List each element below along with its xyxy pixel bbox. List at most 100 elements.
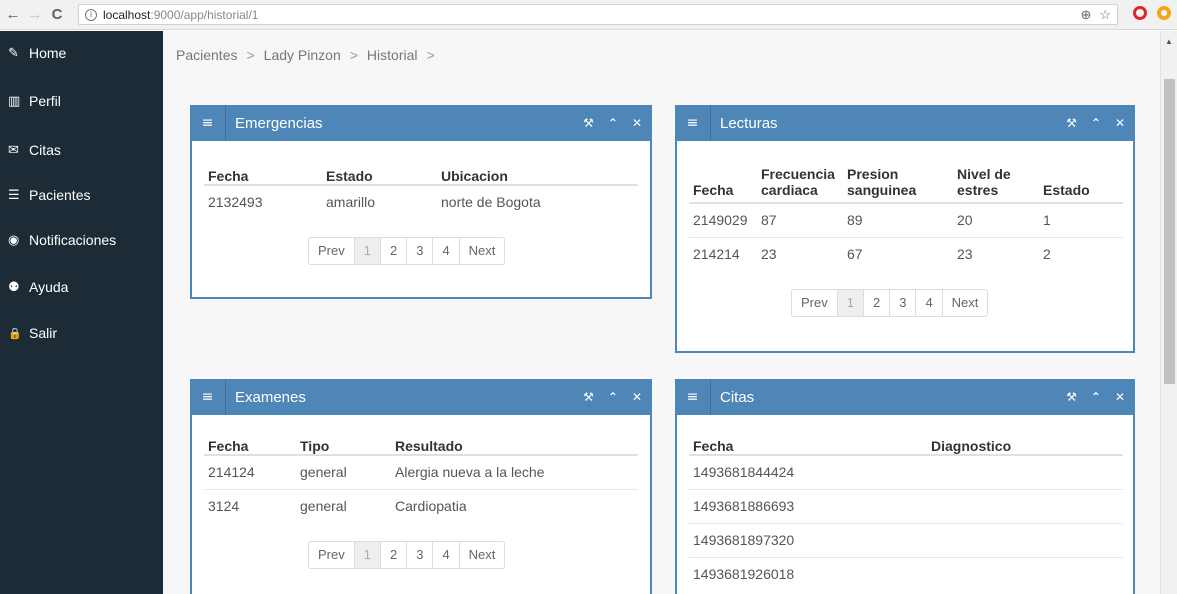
table-row: 3124 general Cardiopatia (204, 488, 638, 523)
sidebar-item-home[interactable]: ✎ Home (8, 45, 66, 61)
sidebar: ✎ Home ▥ Perfil ✉ Citas ☰ Pacientes ◉ No… (0, 31, 163, 594)
close-icon[interactable]: ✕ (1115, 116, 1125, 130)
sidebar-item-citas[interactable]: ✉ Citas (8, 142, 61, 158)
pagination-prev[interactable]: Prev (309, 542, 355, 568)
pagination-page[interactable]: 2 (381, 238, 408, 264)
pagination-page[interactable]: 4 (916, 290, 943, 316)
star-icon[interactable]: ☆ (1099, 7, 1111, 23)
pagination-page[interactable]: 2 (381, 542, 408, 568)
pagination-page[interactable]: 2 (864, 290, 891, 316)
pagination-page[interactable]: 4 (433, 542, 460, 568)
breadcrumb-historial[interactable]: Historial (367, 47, 418, 63)
sidebar-item-label: Pacientes (29, 187, 91, 203)
column-header: Fecha (204, 153, 322, 186)
collapse-icon[interactable]: ⌃ (1091, 390, 1101, 404)
info-icon[interactable]: i (85, 8, 97, 21)
wrench-icon[interactable]: ⚒ (1066, 116, 1077, 130)
panel-header: ≡ Emergencias ⚒ ⌃ ✕ (190, 105, 652, 141)
pagination-page[interactable]: 4 (433, 238, 460, 264)
envelope-icon: ✉ (8, 142, 19, 158)
table-cell: general (296, 454, 391, 489)
table-cell (927, 488, 1123, 523)
forward-icon[interactable]: → (26, 6, 44, 23)
opera-extension-icon[interactable] (1133, 6, 1147, 20)
breadcrumb: Pacientes > Lady Pinzon > Historial > (176, 47, 435, 63)
table-cell: 87 (757, 202, 843, 237)
pagination-prev[interactable]: Prev (792, 290, 838, 316)
panel-title: Examenes (235, 388, 306, 406)
pagination-next[interactable]: Next (460, 238, 505, 264)
column-header: Presion sanguinea (843, 157, 953, 204)
column-header: Estado (1039, 157, 1123, 204)
close-icon[interactable]: ✕ (632, 116, 642, 130)
menu-icon[interactable]: ≡ (675, 379, 711, 415)
panel-title: Emergencias (235, 114, 323, 132)
pagination-page[interactable]: 1 (354, 238, 381, 264)
collapse-icon[interactable]: ⌃ (608, 116, 618, 130)
sidebar-item-perfil[interactable]: ▥ Perfil (8, 93, 61, 109)
pagination: Prev 1 2 3 4 Next (791, 289, 989, 317)
wrench-icon[interactable]: ⚒ (1066, 390, 1077, 404)
citas-table: Fecha Diagnostico 1493681844424 14936818… (689, 423, 1123, 591)
column-header: Fecha (689, 157, 757, 204)
url-host: localhost (103, 7, 151, 22)
pagination-page[interactable]: 3 (407, 238, 434, 264)
table-row: 214214 23 67 23 2 (689, 236, 1123, 271)
table-cell: 2132493 (204, 184, 322, 217)
breadcrumb-pacientes[interactable]: Pacientes (176, 47, 237, 63)
table-cell: 1 (1039, 202, 1123, 237)
sidebar-item-notificaciones[interactable]: ◉ Notificaciones (8, 232, 116, 248)
sidebar-item-ayuda[interactable]: ⚉ Ayuda (8, 279, 68, 295)
table-cell: norte de Bogota (437, 184, 638, 217)
sidebar-item-label: Notificaciones (29, 232, 117, 248)
pagination-page[interactable]: 1 (837, 290, 864, 316)
table-row: 2132493 amarillo norte de Bogota (204, 184, 638, 217)
scroll-up-icon[interactable]: ▲ (1165, 37, 1173, 46)
wrench-icon[interactable]: ⚒ (583, 390, 594, 404)
panel-title: Citas (720, 388, 755, 406)
breadcrumb-patient[interactable]: Lady Pinzon (264, 47, 341, 63)
menu-icon[interactable]: ≡ (190, 379, 226, 415)
pagination-next[interactable]: Next (460, 542, 505, 568)
table-cell: 3124 (204, 488, 296, 523)
reload-icon[interactable]: C (48, 6, 66, 23)
table-cell (927, 556, 1123, 591)
wrench-icon[interactable]: ⚒ (583, 116, 594, 130)
pagination-page[interactable]: 3 (407, 542, 434, 568)
collapse-icon[interactable]: ⌃ (1091, 116, 1101, 130)
menu-icon[interactable]: ≡ (675, 105, 711, 141)
extension-icon[interactable] (1157, 6, 1171, 20)
list-icon: ☰ (8, 187, 20, 203)
sidebar-item-salir[interactable]: 🔒 Salir (8, 325, 57, 341)
address-bar[interactable]: i localhost:9000/app/historial/1 ⊕ ☆ (78, 4, 1118, 25)
page-scrollbar[interactable]: ▲ (1160, 31, 1177, 594)
column-header: Fecha (204, 423, 296, 456)
pagination-next[interactable]: Next (943, 290, 988, 316)
scroll-thumb[interactable] (1164, 79, 1175, 384)
close-icon[interactable]: ✕ (1115, 390, 1125, 404)
table-cell: 1493681886693 (689, 488, 927, 523)
menu-icon[interactable]: ≡ (190, 105, 226, 141)
sidebar-item-pacientes[interactable]: ☰ Pacientes (8, 187, 90, 203)
pagination-page[interactable]: 1 (354, 542, 381, 568)
pagination-prev[interactable]: Prev (309, 238, 355, 264)
sidebar-item-label: Ayuda (29, 279, 69, 295)
column-header: Nivel de estres (953, 157, 1039, 204)
pagination-page[interactable]: 3 (890, 290, 917, 316)
examenes-table: Fecha Tipo Resultado 214124 general Aler… (204, 423, 638, 523)
chart-icon: ▥ (8, 93, 21, 109)
back-icon[interactable]: ← (4, 6, 22, 23)
table-cell: 67 (843, 236, 953, 271)
breadcrumb-separator: > (246, 47, 255, 63)
column-header: Frecuencia cardiaca (757, 157, 843, 204)
column-header: Estado (322, 153, 437, 186)
close-icon[interactable]: ✕ (632, 390, 642, 404)
citas-panel: ≡ Citas ⚒ ⌃ ✕ Fecha Diagnostico 14936818… (675, 379, 1135, 594)
collapse-icon[interactable]: ⌃ (608, 390, 618, 404)
zoom-icon[interactable]: ⊕ (1080, 7, 1091, 23)
breadcrumb-separator: > (349, 47, 358, 63)
edit-icon: ✎ (8, 45, 19, 61)
main-content: Pacientes > Lady Pinzon > Historial > ≡ … (163, 31, 1160, 594)
panel-header: ≡ Lecturas ⚒ ⌃ ✕ (675, 105, 1135, 141)
table-cell: 1493681897320 (689, 522, 927, 557)
